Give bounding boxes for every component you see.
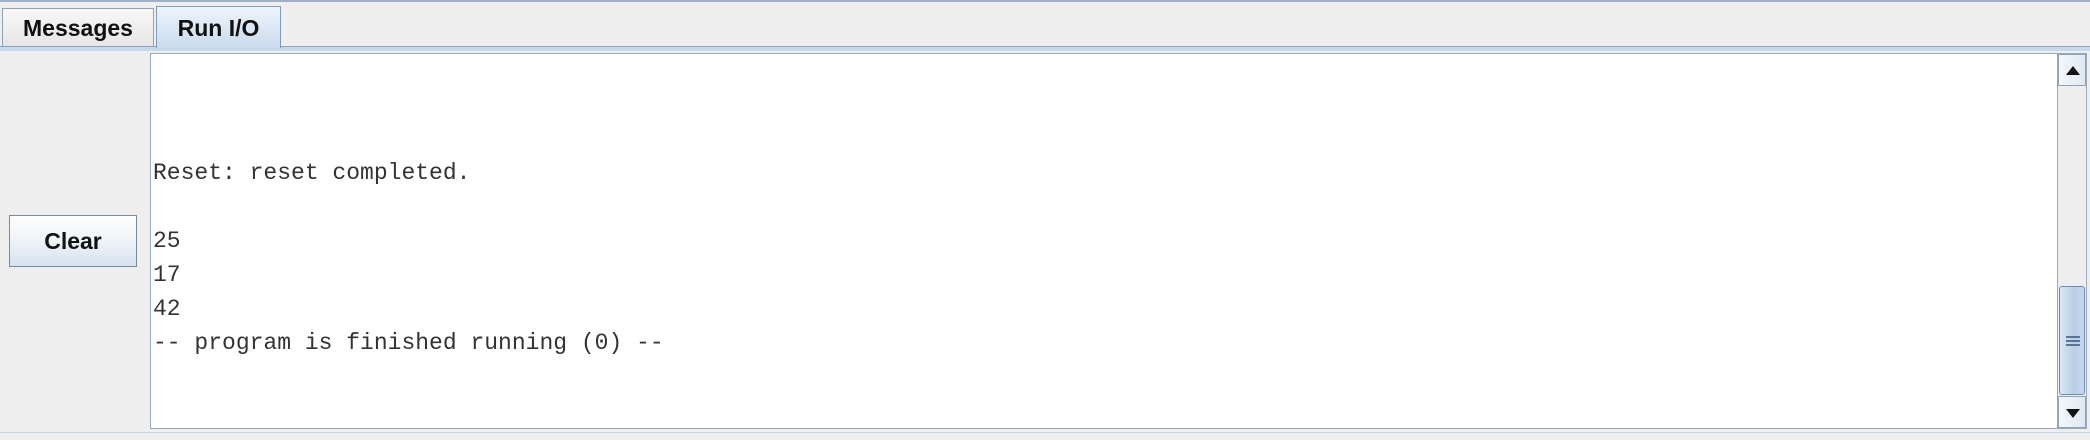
output-line: -- program is finished running (0) -- — [153, 330, 664, 356]
output-text-content: Reset: reset completed. 25 17 42 -- prog… — [153, 54, 664, 356]
run-io-window: Messages Run I/O Clear Reset: reset comp… — [0, 0, 2090, 440]
output-line: Reset: reset completed. — [153, 160, 471, 186]
output-text-area[interactable]: Reset: reset completed. 25 17 42 -- prog… — [150, 53, 2058, 429]
output-line: 42 — [153, 296, 181, 322]
bottom-border — [0, 432, 2090, 440]
scroll-thumb[interactable] — [2059, 286, 2085, 395]
tab-run-io[interactable]: Run I/O — [156, 6, 281, 48]
left-panel: Clear — [0, 51, 150, 440]
tab-bar: Messages Run I/O — [0, 2, 2090, 48]
grip-icon — [2066, 340, 2080, 342]
tab-messages[interactable]: Messages — [2, 8, 154, 46]
grip-icon — [2066, 336, 2080, 338]
scroll-down-button[interactable] — [2058, 396, 2086, 428]
tab-underline — [0, 46, 2090, 51]
arrow-up-icon — [2066, 66, 2080, 75]
scroll-up-button[interactable] — [2058, 54, 2086, 86]
arrow-down-icon — [2066, 409, 2080, 418]
clear-button[interactable]: Clear — [9, 215, 137, 267]
output-line: 25 — [153, 228, 181, 254]
vertical-scrollbar[interactable] — [2058, 53, 2087, 429]
output-line: 17 — [153, 262, 181, 288]
grip-icon — [2066, 344, 2080, 346]
